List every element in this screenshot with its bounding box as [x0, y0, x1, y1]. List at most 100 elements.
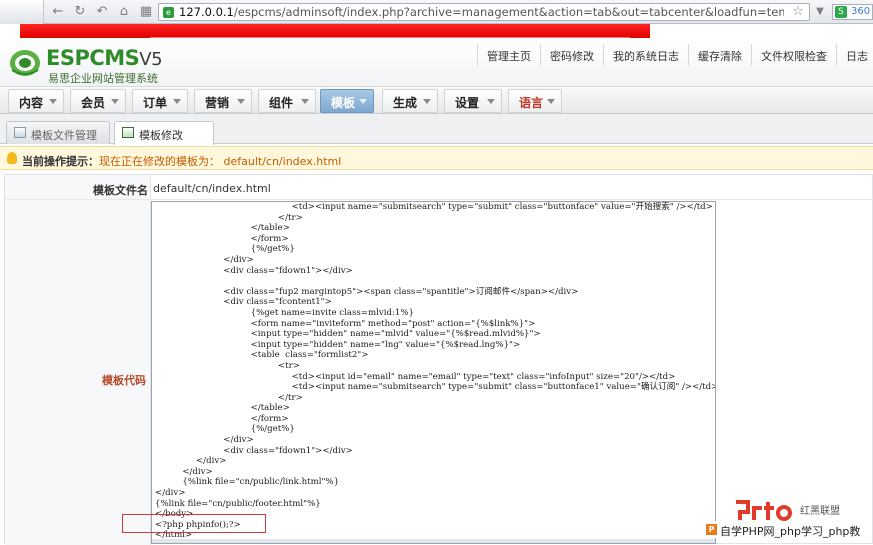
- code-line: </div>: [155, 488, 186, 499]
- tab-label: 模板文件管理: [31, 129, 97, 142]
- chevron-down-icon: [301, 99, 309, 104]
- watermark-logo: [736, 500, 792, 521]
- top-link-log[interactable]: 日志: [836, 44, 873, 66]
- code-line: <td><input name="submitsearch" type="sub…: [155, 382, 716, 393]
- file-name-label: 模板文件名: [93, 184, 148, 197]
- top-link-password[interactable]: 密码修改: [540, 44, 603, 66]
- watermark-tagline: P 自学PHP网_php学习_php教: [704, 521, 863, 538]
- notice-label: 当前操作提示：: [22, 155, 99, 168]
- horizontal-scrollbar[interactable]: [152, 539, 715, 543]
- edit-icon: [122, 127, 134, 138]
- menu-label: 会员: [81, 96, 106, 110]
- menu-generate[interactable]: 生成: [382, 89, 438, 113]
- brand-name: ESPCMSV5: [46, 46, 163, 70]
- code-line: <div class="fup2 margintop5"><span class…: [155, 286, 579, 297]
- code-line: </tr>: [155, 212, 303, 223]
- menu-label: 设置: [455, 96, 480, 110]
- code-line: <input type="hidden" name="lng" value="{…: [155, 339, 521, 350]
- top-link-permissions[interactable]: 文件权限检查: [751, 44, 836, 66]
- top-link-mylog[interactable]: 我的系统日志: [603, 44, 688, 66]
- chevron-down-icon: [547, 99, 555, 104]
- code-line: </form>: [155, 413, 289, 424]
- label-column: [5, 175, 151, 545]
- search-engine-icon: S: [835, 6, 847, 18]
- file-name-value: default/cn/index.html: [153, 182, 271, 195]
- tab-label: 模板修改: [139, 129, 183, 142]
- php-icon: P: [706, 524, 717, 535]
- menu-label: 生成: [393, 96, 418, 110]
- code-line: </div>: [155, 466, 213, 477]
- dropdown-icon[interactable]: ▼: [812, 4, 828, 20]
- grid-icon[interactable]: ▦: [138, 4, 154, 20]
- menu-member[interactable]: 会员: [70, 89, 126, 113]
- top-link-home[interactable]: 管理主页: [477, 44, 540, 66]
- watermark-brand: 红黑联盟: [800, 506, 840, 517]
- menu-label: 模板: [331, 96, 356, 110]
- menu-label: 组件: [269, 96, 294, 110]
- menu-content[interactable]: 内容: [8, 89, 64, 113]
- address-bar[interactable]: e 127.0.0.1/espcms/adminsoft/index.php?a…: [158, 3, 810, 21]
- code-line: {%link file="cn/public/footer.html"%}: [155, 498, 321, 509]
- lightbulb-icon: [7, 152, 17, 164]
- code-line: </table>: [155, 403, 290, 414]
- watermark: 红黑联盟 P 自学PHP网_php学习_php教: [700, 496, 873, 544]
- logo-icon: [10, 50, 40, 76]
- menu-template[interactable]: 模板: [320, 89, 374, 113]
- chevron-down-icon: [173, 99, 181, 104]
- address-url: 127.0.0.1/espcms/adminsoft/index.php?arc…: [179, 5, 784, 19]
- site-icon: e: [163, 7, 174, 18]
- template-code-editor[interactable]: <td><input name="submitsearch" type="sub…: [151, 201, 716, 544]
- code-line: </tr>: [155, 392, 303, 403]
- menu-components[interactable]: 组件: [258, 89, 316, 113]
- file-name-row: 模板文件名 default/cn/index.html: [5, 175, 873, 200]
- chevron-down-icon: [423, 99, 431, 104]
- app-header: ESPCMSV5 易思企业网站管理系统 管理主页 密码修改 我的系统日志 缓存清…: [0, 38, 873, 86]
- code-line: <td><input id="email" name="email" type=…: [155, 371, 676, 382]
- menu-language[interactable]: 语言: [508, 89, 562, 113]
- profile-avatar[interactable]: [0, 0, 44, 24]
- menu-label: 营销: [205, 96, 230, 110]
- chevron-down-icon: [49, 99, 57, 104]
- main-menu: 内容 会员 订单 营销 组件 模板 生成 设置 语言: [0, 86, 873, 114]
- code-line: <div class="fdown1"></div>: [155, 445, 353, 456]
- code-line: {%get name=invite class=mlvid:1%}: [155, 307, 414, 318]
- search-box[interactable]: S 360: [832, 4, 873, 20]
- template-code[interactable]: <td><input name="submitsearch" type="sub…: [152, 202, 715, 541]
- menu-label: 订单: [143, 96, 168, 110]
- back-icon[interactable]: ←: [50, 4, 66, 20]
- menu-label: 内容: [19, 96, 44, 110]
- refresh-icon[interactable]: ↻: [72, 4, 88, 20]
- search-hint: 360: [851, 6, 871, 17]
- notice-message: 现在正在修改的模板为： default/cn/index.html: [99, 155, 342, 168]
- code-line: {%/get%}: [155, 244, 295, 255]
- menu-marketing[interactable]: 营销: [194, 89, 252, 113]
- highlight-box: [122, 514, 266, 533]
- code-line: </div>: [155, 254, 254, 265]
- code-line: <td><input name="submitsearch" type="sub…: [155, 202, 713, 212]
- code-line: </div>: [155, 456, 227, 467]
- menu-label: 语言: [519, 96, 544, 110]
- chevron-down-icon: [487, 99, 495, 104]
- tab-template-edit[interactable]: 模板修改: [114, 121, 214, 145]
- brand-subtitle: 易思企业网站管理系统: [48, 72, 158, 85]
- chevron-down-icon: [111, 99, 119, 104]
- code-line: <form name="inviteform" method="post" ac…: [155, 318, 536, 329]
- chevron-down-icon: [237, 99, 245, 104]
- code-line: </table>: [155, 223, 290, 234]
- top-links: 管理主页 密码修改 我的系统日志 缓存清除 文件权限检查 日志: [477, 44, 873, 66]
- code-line: <table class="formlist2">: [155, 350, 369, 361]
- star-icon[interactable]: ☆: [790, 4, 806, 20]
- menu-settings[interactable]: 设置: [444, 89, 502, 113]
- code-line: {%link file="cn/public/link.html"%}: [155, 477, 340, 488]
- undo-icon[interactable]: ↶: [94, 4, 110, 20]
- home-icon[interactable]: ⌂: [116, 4, 132, 20]
- watermark-tagline-text: 自学PHP网_php学习_php教: [720, 525, 861, 538]
- menu-order[interactable]: 订单: [132, 89, 188, 113]
- top-link-clear-cache[interactable]: 缓存清除: [688, 44, 751, 66]
- code-line: </form>: [155, 233, 289, 244]
- tab-template-files[interactable]: 模板文件管理: [6, 121, 110, 144]
- code-line: </div>: [155, 435, 254, 446]
- folder-icon: [14, 127, 26, 138]
- code-line: <tr>: [155, 360, 300, 371]
- code-line: <div class="fcontent1">: [155, 297, 332, 308]
